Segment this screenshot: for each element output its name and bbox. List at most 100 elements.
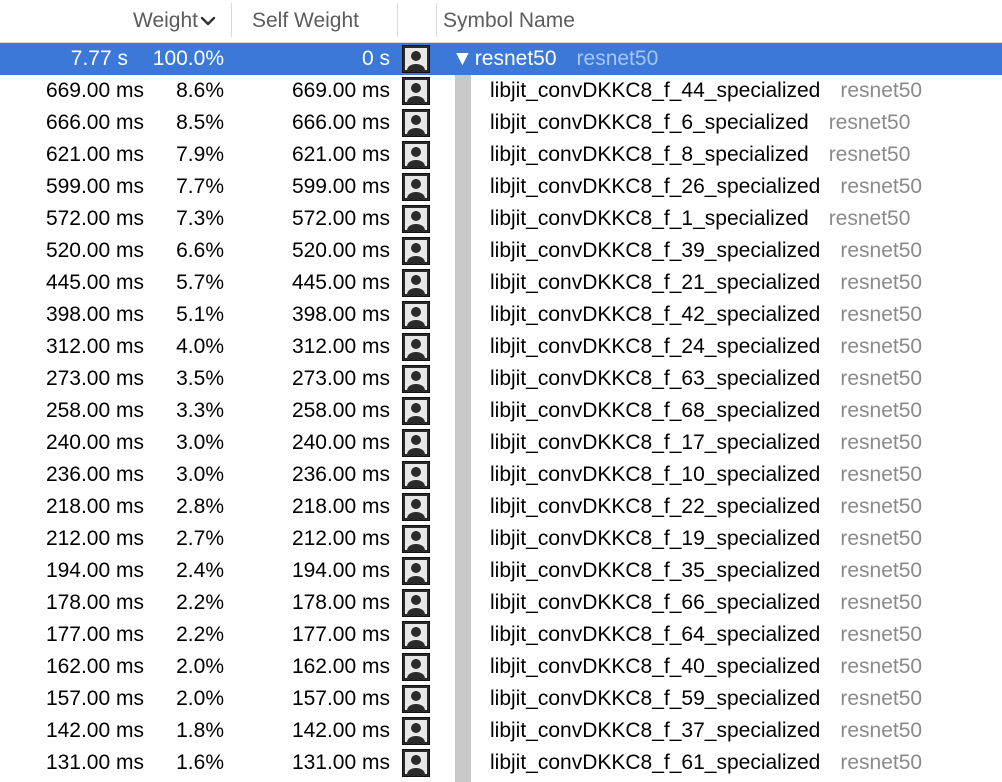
- column-header-self-weight[interactable]: Self Weight: [252, 0, 359, 42]
- weight-percent: 1.6%: [176, 751, 224, 774]
- symbol-name-cell: libjit_convDKKC8_f_10_specialized resnet5…: [490, 459, 922, 491]
- column-header-weight-label: Weight: [133, 9, 198, 32]
- symbol-name: libjit_convDKKC8_f_42_specialized: [490, 303, 821, 326]
- table-row[interactable]: 236.00 ms 3.0% 236.00 ms libjit_convDKKC8_f…: [0, 459, 1002, 491]
- table-row[interactable]: 599.00 ms 7.7% 599.00 ms libjit_convDKKC8_f…: [0, 171, 1002, 203]
- self-weight-value: 142.00 ms: [291, 719, 390, 742]
- table-row[interactable]: 157.00 ms 2.0% 157.00 ms libjit_convDKKC8_f…: [0, 683, 1002, 715]
- disclosure-triangle-icon[interactable]: ▼: [452, 43, 473, 75]
- library-name: resnet50: [840, 719, 923, 742]
- symbol-name-cell: libjit_convDKKC8_f_40_specialized resnet5…: [490, 651, 922, 683]
- library-name: resnet50: [828, 207, 911, 230]
- table-row[interactable]: 572.00 ms 7.3% 572.00 ms libjit_convDKKC8_f…: [0, 203, 1002, 235]
- library-name: resnet50: [840, 495, 923, 518]
- table-row[interactable]: 445.00 ms 5.7% 445.00 ms libjit_convDKKC8_f…: [0, 267, 1002, 299]
- table-row[interactable]: 212.00 ms 2.7% 212.00 ms libjit_convDKKC8_f…: [0, 523, 1002, 555]
- self-weight-value: 218.00 ms: [291, 495, 390, 518]
- table-row[interactable]: 398.00 ms 5.1% 398.00 ms libjit_convDKKC8_f…: [0, 299, 1002, 331]
- weight-percent: 2.2%: [176, 591, 224, 614]
- user-silhouette-icon: [402, 653, 430, 681]
- column-header-symbol-name-label: Symbol Name: [443, 9, 575, 32]
- weight-value: 157.00 ms: [45, 687, 144, 710]
- weight-value: 445.00 ms: [45, 271, 144, 294]
- table-row[interactable]: 258.00 ms 3.3% 258.00 ms libjit_convDKKC8_f…: [0, 395, 1002, 427]
- symbol-name: libjit_convDKKC8_f_61_specialized: [490, 751, 821, 774]
- library-name: resnet50: [840, 527, 923, 550]
- symbol-name-cell: libjit_convDKKC8_f_59_specialized resnet5…: [490, 683, 922, 715]
- table-row[interactable]: 177.00 ms 2.2% 177.00 ms libjit_convDKKC8_f…: [0, 619, 1002, 651]
- weight-value: 194.00 ms: [45, 559, 144, 582]
- weight-value: 520.00 ms: [45, 239, 144, 262]
- symbol-name-cell: libjit_convDKKC8_f_39_specialized resnet5…: [490, 235, 922, 267]
- symbol-name: libjit_convDKKC8_f_21_specialized: [490, 271, 821, 294]
- weight-value: 7.77 s: [70, 47, 128, 70]
- column-header-symbol-name[interactable]: Symbol Name: [443, 0, 575, 42]
- table-row[interactable]: 194.00 ms 2.4% 194.00 ms libjit_convDKKC8_f…: [0, 555, 1002, 587]
- table-row[interactable]: 240.00 ms 3.0% 240.00 ms libjit_convDKKC8_f…: [0, 427, 1002, 459]
- symbol-name: libjit_convDKKC8_f_59_specialized: [490, 687, 821, 710]
- symbol-name-cell: libjit_convDKKC8_f_8_specialized resnet50: [490, 139, 910, 171]
- weight-percent: 2.4%: [176, 559, 224, 582]
- table-row[interactable]: 162.00 ms 2.0% 162.00 ms libjit_convDKKC8_f…: [0, 651, 1002, 683]
- symbol-name: libjit_convDKKC8_f_44_specialized: [490, 79, 821, 102]
- user-silhouette-icon: [402, 333, 430, 361]
- library-name: resnet50: [840, 687, 923, 710]
- symbol-name: libjit_convDKKC8_f_26_specialized: [490, 175, 821, 198]
- chevron-down-icon: [200, 0, 216, 42]
- library-name: resnet50: [840, 303, 923, 326]
- table-row[interactable]: 666.00 ms 8.5% 666.00 ms libjit_convDKKC8_f…: [0, 107, 1002, 139]
- weight-percent: 100.0%: [152, 47, 224, 70]
- table-row[interactable]: 520.00 ms 6.6% 520.00 ms libjit_convDKKC8_f…: [0, 235, 1002, 267]
- weight-percent: 2.0%: [176, 687, 224, 710]
- library-name: resnet50: [840, 751, 923, 774]
- symbol-name: libjit_convDKKC8_f_40_specialized: [490, 655, 821, 678]
- table-row[interactable]: 142.00 ms 1.8% 142.00 ms libjit_convDKKC8_f…: [0, 715, 1002, 747]
- weight-value: 131.00 ms: [45, 751, 144, 774]
- library-name: resnet50: [840, 623, 923, 646]
- library-name: resnet50: [840, 79, 923, 102]
- self-weight-value: 273.00 ms: [291, 367, 390, 390]
- weight-percent: 7.3%: [176, 207, 224, 230]
- symbol-name-cell: libjit_convDKKC8_f_66_specialized resnet5…: [490, 587, 922, 619]
- table-row[interactable]: 218.00 ms 2.8% 218.00 ms libjit_convDKKC8_f…: [0, 491, 1002, 523]
- self-weight-value: 240.00 ms: [291, 431, 390, 454]
- library-name: resnet50: [840, 271, 923, 294]
- call-tree-table: 7.77 s 100.0% 0 s ▼resnet50 resnet50 669.…: [0, 43, 1002, 779]
- weight-percent: 7.9%: [176, 143, 224, 166]
- library-name: resnet50: [840, 367, 923, 390]
- symbol-name-cell: ▼resnet50 resnet50: [452, 43, 658, 75]
- symbol-name: libjit_convDKKC8_f_68_specialized: [490, 399, 821, 422]
- table-row[interactable]: 178.00 ms 2.2% 178.00 ms libjit_convDKKC8_f…: [0, 587, 1002, 619]
- column-divider[interactable]: [397, 3, 398, 37]
- weight-percent: 5.1%: [176, 303, 224, 326]
- self-weight-value: 621.00 ms: [291, 143, 390, 166]
- symbol-name-cell: libjit_convDKKC8_f_1_specialized resnet50: [490, 203, 910, 235]
- library-name: resnet50: [840, 239, 923, 262]
- weight-percent: 1.8%: [176, 719, 224, 742]
- user-silhouette-icon: [402, 141, 430, 169]
- table-row[interactable]: 131.00 ms 1.6% 131.00 ms libjit_convDKKC8_f…: [0, 747, 1002, 779]
- column-divider[interactable]: [231, 3, 232, 37]
- table-row[interactable]: 273.00 ms 3.5% 273.00 ms libjit_convDKKC8_f…: [0, 363, 1002, 395]
- symbol-name-cell: libjit_convDKKC8_f_19_specialized resnet5…: [490, 523, 922, 555]
- symbol-name: libjit_convDKKC8_f_63_specialized: [490, 367, 821, 390]
- symbol-name-cell: libjit_convDKKC8_f_61_specialized resnet5…: [490, 747, 922, 779]
- column-header-weight[interactable]: Weight: [133, 0, 216, 42]
- table-row[interactable]: 312.00 ms 4.0% 312.00 ms libjit_convDKKC8_f…: [0, 331, 1002, 363]
- library-name: resnet50: [828, 111, 911, 134]
- symbol-name-cell: libjit_convDKKC8_f_63_specialized resnet5…: [490, 363, 922, 395]
- table-row-root[interactable]: 7.77 s 100.0% 0 s ▼resnet50 resnet50: [0, 43, 1002, 75]
- weight-percent: 2.0%: [176, 655, 224, 678]
- user-silhouette-icon: [402, 621, 430, 649]
- weight-percent: 3.5%: [176, 367, 224, 390]
- table-row[interactable]: 669.00 ms 8.6% 669.00 ms libjit_convDKKC8_f…: [0, 75, 1002, 107]
- column-divider[interactable]: [436, 3, 437, 37]
- weight-percent: 2.8%: [176, 495, 224, 518]
- symbol-name: libjit_convDKKC8_f_24_specialized: [490, 335, 821, 358]
- weight-percent: 2.2%: [176, 623, 224, 646]
- library-name: resnet50: [840, 463, 923, 486]
- self-weight-value: 157.00 ms: [291, 687, 390, 710]
- symbol-name: resnet50: [474, 47, 557, 70]
- table-row[interactable]: 621.00 ms 7.9% 621.00 ms libjit_convDKKC8_f…: [0, 139, 1002, 171]
- weight-percent: 8.6%: [176, 79, 224, 102]
